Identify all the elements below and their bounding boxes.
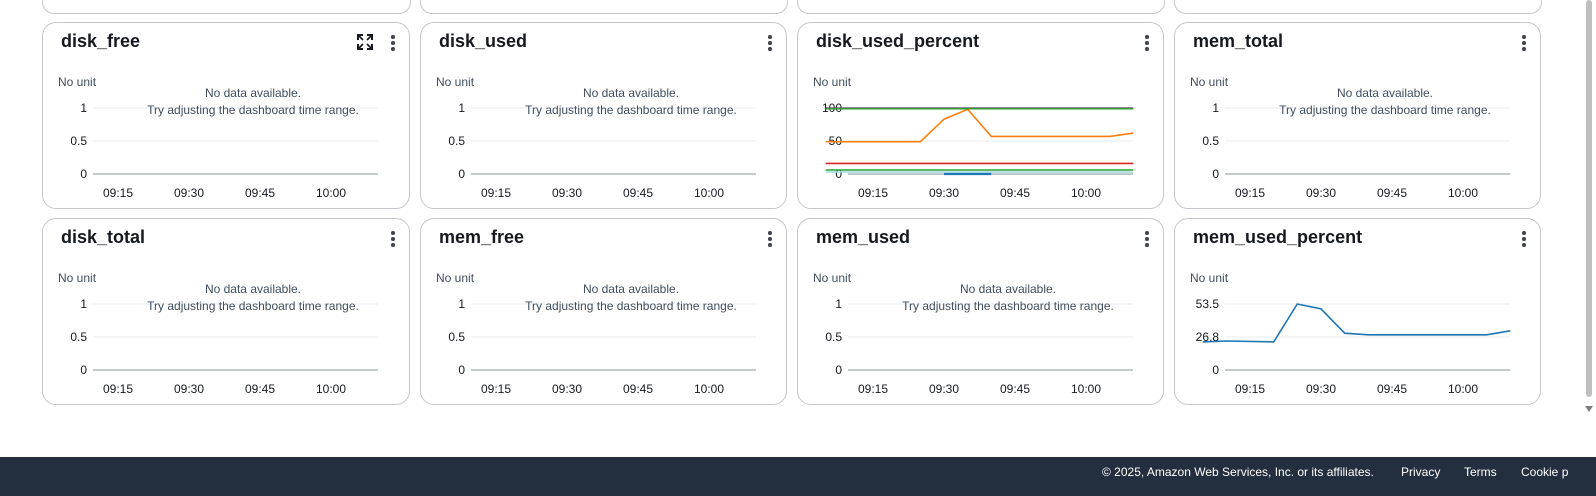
y-tick-label: 0 bbox=[80, 167, 87, 181]
scroll-down-arrow-icon[interactable] bbox=[1585, 406, 1593, 412]
x-tick-label: 09:30 bbox=[1306, 382, 1336, 396]
widget-card-partial bbox=[1174, 0, 1542, 14]
widget-card-partial bbox=[797, 0, 1165, 14]
x-tick-label: 09:30 bbox=[929, 186, 959, 200]
widget-card: mem_free No unit 1 0.5 0 09:15 09:30 09:45 10:00… bbox=[420, 218, 787, 405]
widget-card-partial bbox=[420, 0, 788, 14]
x-tick-label: 09:45 bbox=[1377, 186, 1407, 200]
x-tick-label: 09:30 bbox=[552, 186, 582, 200]
x-tick-label: 10:00 bbox=[1071, 186, 1101, 200]
widget-chart: 53.526.8009:15 09:30 09:45 10:00 bbox=[1196, 297, 1511, 396]
x-tick-label: 10:00 bbox=[694, 186, 724, 200]
x-tick-label: 09:30 bbox=[552, 382, 582, 396]
no-data-message: No data available. Try adjusting the dash… bbox=[471, 281, 791, 315]
y-tick-label: 1 bbox=[458, 101, 465, 115]
x-tick-label: 10:00 bbox=[694, 382, 724, 396]
y-tick-label: 1 bbox=[80, 297, 87, 311]
y-tick-label: 0.5 bbox=[448, 134, 465, 148]
series-line bbox=[825, 108, 1134, 143]
x-tick-label: 10:00 bbox=[1448, 382, 1478, 396]
series-line bbox=[1202, 303, 1511, 343]
no-data-title: No data available. bbox=[204, 282, 302, 296]
y-tick-label: 0 bbox=[1212, 363, 1219, 377]
page-scrollbar[interactable] bbox=[1582, 0, 1596, 420]
x-tick-label: 09:15 bbox=[481, 382, 511, 396]
no-data-title: No data available. bbox=[204, 86, 302, 100]
x-tick-label: 09:15 bbox=[858, 186, 888, 200]
scrollbar-thumb[interactable] bbox=[1586, 0, 1592, 397]
no-data-message: No data available. Try adjusting the dash… bbox=[471, 85, 791, 119]
x-tick-label: 09:15 bbox=[481, 186, 511, 200]
no-data-title: No data available. bbox=[582, 282, 680, 296]
widget-card: mem_used_percent No unit 53.5 26.8 0 09:15 09:… bbox=[1174, 218, 1541, 405]
no-data-hint: Try adjusting the dashboard time range. bbox=[525, 103, 737, 117]
x-tick-label: 09:45 bbox=[1000, 382, 1030, 396]
widget-chart: 10050009:15 09:30 09:45 10:00 bbox=[822, 101, 1134, 200]
x-tick-label: 09:15 bbox=[103, 382, 133, 396]
x-tick-label: 09:15 bbox=[103, 186, 133, 200]
x-tick-label: 10:00 bbox=[316, 382, 346, 396]
y-tick-label: 0.5 bbox=[70, 330, 87, 344]
footer-terms-link[interactable]: Terms bbox=[1464, 465, 1497, 479]
y-tick-label: 0 bbox=[835, 363, 842, 377]
x-tick-label: 09:45 bbox=[1377, 382, 1407, 396]
x-tick-label: 09:45 bbox=[1000, 186, 1030, 200]
x-tick-label: 09:30 bbox=[929, 382, 959, 396]
page-footer: © 2025, Amazon Web Services, Inc. or its… bbox=[0, 457, 1596, 496]
y-tick-label: 1 bbox=[1212, 101, 1219, 115]
widget-card: mem_used No unit 1 0.5 0 09:15 09:30 09:45 10:00… bbox=[797, 218, 1164, 405]
y-tick-label: 1 bbox=[835, 297, 842, 311]
y-tick-label: 0.5 bbox=[448, 330, 465, 344]
y-tick-label: 0 bbox=[458, 363, 465, 377]
no-data-message: No data available. Try adjusting the dash… bbox=[848, 281, 1168, 315]
widget-card: mem_total No unit 1 0.5 0 09:15 09:30 09:45 10:0… bbox=[1174, 22, 1541, 209]
x-tick-label: 10:00 bbox=[1071, 382, 1101, 396]
no-data-message: No data available. Try adjusting the dash… bbox=[93, 85, 413, 119]
no-data-message: No data available. Try adjusting the dash… bbox=[93, 281, 413, 315]
x-tick-label: 09:15 bbox=[858, 382, 888, 396]
no-data-hint: Try adjusting the dashboard time range. bbox=[147, 103, 359, 117]
x-tick-label: 09:30 bbox=[174, 186, 204, 200]
y-tick-label: 0.5 bbox=[70, 134, 87, 148]
x-tick-label: 09:15 bbox=[1235, 186, 1265, 200]
x-tick-label: 09:45 bbox=[245, 186, 275, 200]
y-tick-label: 0 bbox=[835, 167, 842, 181]
y-tick-label: 0 bbox=[458, 167, 465, 181]
no-data-title: No data available. bbox=[1336, 86, 1434, 100]
x-tick-label: 10:00 bbox=[316, 186, 346, 200]
widget-card: disk_used No unit 1 0.5 0 09:15 09:30 09:45 10:0… bbox=[420, 22, 787, 209]
x-tick-label: 09:30 bbox=[1306, 186, 1336, 200]
no-data-hint: Try adjusting the dashboard time range. bbox=[902, 299, 1114, 313]
x-tick-label: 09:45 bbox=[623, 382, 653, 396]
y-tick-label: 53.5 bbox=[1196, 297, 1220, 311]
y-tick-label: 1 bbox=[80, 101, 87, 115]
no-data-hint: Try adjusting the dashboard time range. bbox=[525, 299, 737, 313]
y-tick-label: 0.5 bbox=[1202, 134, 1219, 148]
widget-card: disk_used_percent No unit 100 50 0 09:15 09:30… bbox=[797, 22, 1164, 209]
x-tick-label: 09:45 bbox=[245, 382, 275, 396]
x-tick-label: 09:15 bbox=[1235, 382, 1265, 396]
no-data-hint: Try adjusting the dashboard time range. bbox=[147, 299, 359, 313]
y-tick-label: 1 bbox=[458, 297, 465, 311]
footer-copyright: © 2025, Amazon Web Services, Inc. or its… bbox=[1102, 465, 1374, 479]
x-tick-label: 09:45 bbox=[623, 186, 653, 200]
no-data-message: No data available. Try adjusting the dash… bbox=[1225, 85, 1545, 119]
no-data-hint: Try adjusting the dashboard time range. bbox=[1279, 103, 1491, 117]
footer-privacy-link[interactable]: Privacy bbox=[1401, 465, 1440, 479]
widget-card: disk_free No unit 1 0.5 0 09:15 09:30 09:45 10:0… bbox=[42, 22, 410, 209]
y-tick-label: 0 bbox=[1212, 167, 1219, 181]
no-data-title: No data available. bbox=[959, 282, 1057, 296]
x-tick-label: 10:00 bbox=[1448, 186, 1478, 200]
widget-card: disk_total No unit 1 0.5 0 09:15 09:30 09:45 10:… bbox=[42, 218, 410, 405]
footer-cookies-link[interactable]: Cookie p bbox=[1521, 465, 1568, 479]
no-data-title: No data available. bbox=[582, 86, 680, 100]
y-tick-label: 0.5 bbox=[825, 330, 842, 344]
widget-card-partial bbox=[42, 0, 411, 14]
x-tick-label: 09:30 bbox=[174, 382, 204, 396]
y-tick-label: 0 bbox=[80, 363, 87, 377]
